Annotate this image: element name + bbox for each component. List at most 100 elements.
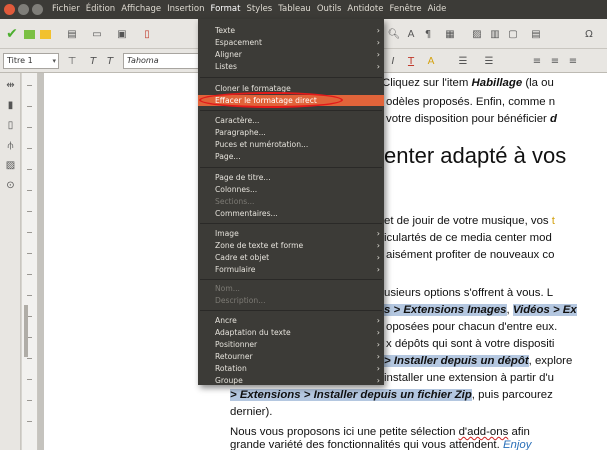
menu-item-commentaires[interactable]: Commentaires... xyxy=(198,208,384,219)
menu-item-zone-texte-forme[interactable]: Zone de texte et forme › xyxy=(198,240,384,251)
menu-format[interactable]: Format xyxy=(207,0,243,19)
bullet-list-icon[interactable]: ☰ xyxy=(456,54,470,68)
submenu-arrow-icon: › xyxy=(376,253,380,262)
insert-special-char-icon[interactable]: Ω xyxy=(582,27,596,41)
underline-icon[interactable]: T xyxy=(404,54,418,68)
align-right-icon[interactable]: ≡ xyxy=(566,54,580,68)
menu-item-puces-numerotation[interactable]: Puces et numérotation... xyxy=(198,139,384,150)
doc-line: grande variété des fonctionnalités qui v… xyxy=(230,439,532,450)
insert-table-icon[interactable]: ▦ xyxy=(443,27,457,41)
page-icon[interactable]: ▮ xyxy=(4,99,17,112)
menu-item-cadre-objet[interactable]: Cadre et objet › xyxy=(198,252,384,263)
font-name-combo[interactable]: Tahoma xyxy=(123,53,199,69)
menu-item-rotation[interactable]: Rotation › xyxy=(198,363,384,374)
submenu-arrow-icon: › xyxy=(376,352,380,361)
menu-item-image[interactable]: Image › xyxy=(198,228,384,239)
menu-tableau[interactable]: Tableau xyxy=(275,0,314,19)
menu-insertion[interactable]: Insertion xyxy=(164,0,207,19)
submenu-arrow-icon: › xyxy=(376,328,380,337)
close-window-button[interactable] xyxy=(4,4,15,15)
menu-item-ancre[interactable]: Ancre › xyxy=(198,315,384,326)
font-name-value: Tahoma xyxy=(127,56,159,65)
insert-chart-icon[interactable]: ▥ xyxy=(488,27,502,41)
menu-fenetre[interactable]: Fenêtre xyxy=(386,0,424,19)
doc-line: > Installer depuis un dépôt, explore xyxy=(384,355,573,367)
styles-icon[interactable]: ▯ xyxy=(4,119,17,132)
menu-item-adaptation-texte[interactable]: Adaptation du texte › xyxy=(198,327,384,338)
menu-item-effacer-formatage-direct[interactable]: Effacer le formatage direct xyxy=(198,95,384,106)
image-icon[interactable]: ▨ xyxy=(4,159,17,172)
menu-outils[interactable]: Outils xyxy=(314,0,345,19)
doc-line: oposées pour chacun d'entre eux. xyxy=(386,321,558,333)
menu-item-caractere[interactable]: Caractère... xyxy=(198,115,384,126)
menu-item-retourner[interactable]: Retourner › xyxy=(198,351,384,362)
doc-line: Nous vous proposons ici une petite sélec… xyxy=(230,426,530,438)
menu-edition[interactable]: Édition xyxy=(83,0,118,19)
menu-antidote[interactable]: Antidote xyxy=(344,0,386,19)
numbered-list-icon[interactable]: ☰ xyxy=(482,54,496,68)
properties-icon[interactable]: ⇹ xyxy=(4,79,17,92)
menu-item-groupe[interactable]: Groupe › xyxy=(198,375,384,386)
update-style-icon[interactable]: ⊤ xyxy=(65,54,79,68)
paragraph-style-combo[interactable]: Titre 1 ▾ xyxy=(3,53,59,69)
highlighting-color-icon[interactable]: A xyxy=(424,54,438,68)
ruler-margin-marker xyxy=(24,305,28,357)
chevron-down-icon: ▾ xyxy=(52,57,56,65)
open-document-icon[interactable]: ▭ xyxy=(90,27,104,41)
menu-item-paragraphe[interactable]: Paragraphe... xyxy=(198,127,384,138)
menu-item-texte[interactable]: Texte › xyxy=(198,25,384,36)
find-replace-icon[interactable]: 🔍︎ xyxy=(387,27,401,41)
new-document-icon[interactable]: ▤ xyxy=(65,27,79,41)
highlight-yellow-icon[interactable] xyxy=(38,27,52,41)
submenu-arrow-icon: › xyxy=(376,241,380,250)
minimize-window-button[interactable] xyxy=(18,4,29,15)
menu-fichier[interactable]: Fichier xyxy=(49,0,83,19)
new-style-from-selection-icon[interactable]: T xyxy=(103,54,117,68)
vertical-ruler xyxy=(22,73,38,450)
menu-item-colonnes[interactable]: Colonnes... xyxy=(198,184,384,195)
gallery-icon[interactable]: ⫛ xyxy=(4,139,17,152)
insert-textbox-icon[interactable]: ▢ xyxy=(506,27,520,41)
submenu-arrow-icon: › xyxy=(376,376,380,385)
menu-item-espacement[interactable]: Espacement › xyxy=(198,37,384,48)
submenu-arrow-icon: › xyxy=(376,265,380,274)
align-center-icon[interactable]: ≡ xyxy=(548,54,562,68)
doc-line: s > Extensions Images, Vidéos > Ex xyxy=(384,304,577,316)
spelling-icon[interactable]: A xyxy=(404,27,418,41)
menu-item-cloner-formatage[interactable]: Cloner le formatage xyxy=(198,83,384,94)
menu-aide[interactable]: Aide xyxy=(425,0,450,19)
highlight-green-icon[interactable] xyxy=(22,27,36,41)
doc-line: aisément profiter de nouveaux co xyxy=(386,249,555,261)
menu-item-page-de-titre[interactable]: Page de titre... xyxy=(198,172,384,183)
menu-item-formulaire[interactable]: Formulaire › xyxy=(198,264,384,275)
menu-item-aligner[interactable]: Aligner › xyxy=(198,49,384,60)
menu-separator xyxy=(200,223,382,224)
formatting-marks-icon[interactable]: ¶ xyxy=(421,27,435,41)
navigator-icon[interactable]: ⊙ xyxy=(4,179,17,192)
insert-image-icon[interactable]: ▨ xyxy=(470,27,484,41)
submenu-arrow-icon: › xyxy=(376,364,380,373)
doc-line: x dépôts qui sont à votre dispositi xyxy=(386,338,555,350)
maximize-window-button[interactable] xyxy=(32,4,43,15)
libreoffice-writer-window: Fichier Édition Affichage Insertion Form… xyxy=(0,0,607,450)
menu-item-page[interactable]: Page... xyxy=(198,151,384,162)
menu-separator xyxy=(200,167,382,168)
menu-affichage[interactable]: Affichage xyxy=(118,0,164,19)
menu-item-positionner[interactable]: Positionner › xyxy=(198,339,384,350)
new-style-icon[interactable]: T xyxy=(86,54,100,68)
menu-item-nom: Nom... xyxy=(215,284,240,293)
menu-styles[interactable]: Styles xyxy=(243,0,275,19)
accept-check-icon[interactable]: ✔ xyxy=(5,26,19,42)
doc-line: votre disposition pour bénéficier d xyxy=(386,113,557,125)
doc-line: > Extensions > Installer depuis un fichi… xyxy=(230,389,553,401)
menu-separator xyxy=(200,110,382,111)
doc-heading: enter adapté à vos xyxy=(384,143,567,168)
insert-field-icon[interactable]: ▤ xyxy=(529,27,543,41)
submenu-arrow-icon: › xyxy=(376,26,380,35)
save-document-icon[interactable]: ▣ xyxy=(115,27,129,41)
submenu-arrow-icon: › xyxy=(376,62,380,71)
italic-icon[interactable]: I xyxy=(386,54,400,68)
export-pdf-icon[interactable]: ▯ xyxy=(140,27,154,41)
menu-item-listes[interactable]: Listes › xyxy=(198,61,384,72)
align-left-icon[interactable]: ≡ xyxy=(530,54,544,68)
